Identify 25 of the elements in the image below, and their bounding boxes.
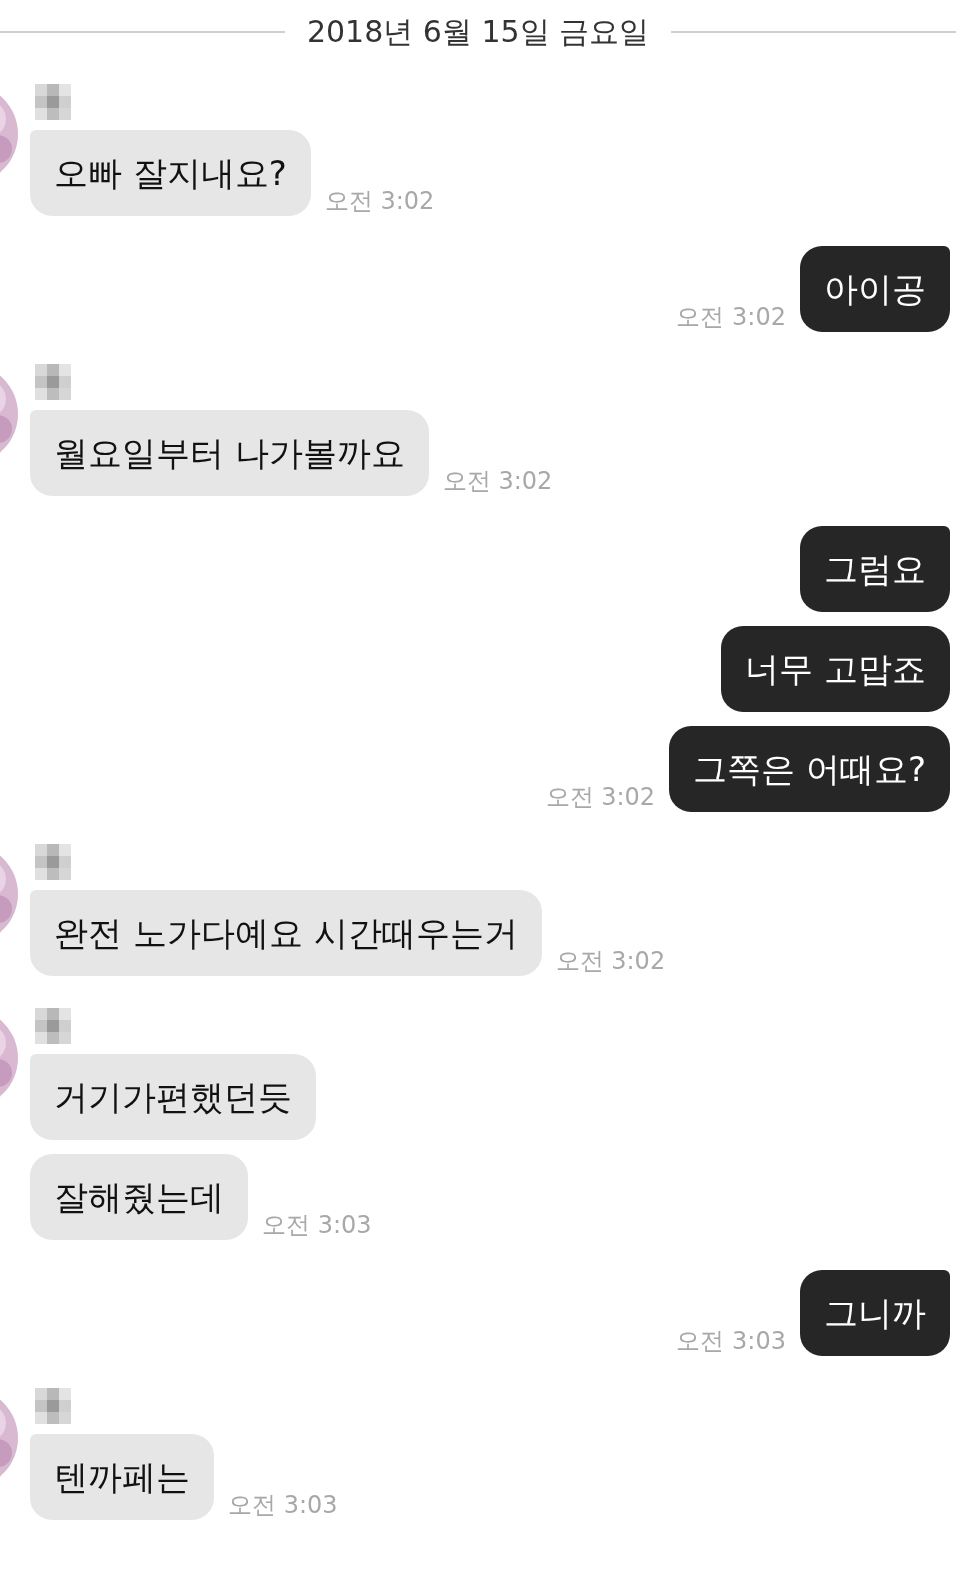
message-time: 오전 3:02: [442, 466, 553, 496]
message-bubble: 너무 고맙죠: [721, 626, 950, 712]
message-bubble: 거기가편했던듯: [30, 1054, 316, 1140]
message-time: 오전 3:02: [324, 186, 435, 216]
message-time: 오전 3:03: [228, 1490, 338, 1520]
message-time: 오전 3:03: [676, 1326, 786, 1356]
message-time: 오전 3:02: [555, 946, 666, 976]
pixelated-name-drawing: [35, 1388, 71, 1424]
message-bubble: 아이공: [800, 246, 950, 332]
date-divider: 2018년 6월 15일 금요일: [306, 13, 650, 51]
pixelated-name-drawing: [35, 1008, 71, 1044]
message-bubble: 그럼요: [800, 526, 950, 612]
message-bubble: 그쪽은 어때요?: [669, 726, 950, 812]
pixelated-name-drawing: [35, 84, 71, 120]
message-bubble: 완전 노가다예요 시간때우는거: [30, 890, 542, 976]
message-time: 오전 3:02: [545, 782, 656, 812]
message-bubble: 그니까: [800, 1270, 950, 1356]
message-bubble: 잘해줬는데: [30, 1154, 248, 1240]
message-bubble: 오빠 잘지내요?: [30, 130, 311, 216]
pixelated-name-drawing: [35, 364, 71, 400]
pixelated-name-drawing: [35, 844, 71, 880]
message-bubble: 월요일부터 나가볼까요: [30, 410, 429, 496]
message-bubble: 텐까페는: [30, 1434, 214, 1520]
message-time: 오전 3:02: [676, 302, 786, 332]
message-time: 오전 3:03: [262, 1210, 372, 1240]
